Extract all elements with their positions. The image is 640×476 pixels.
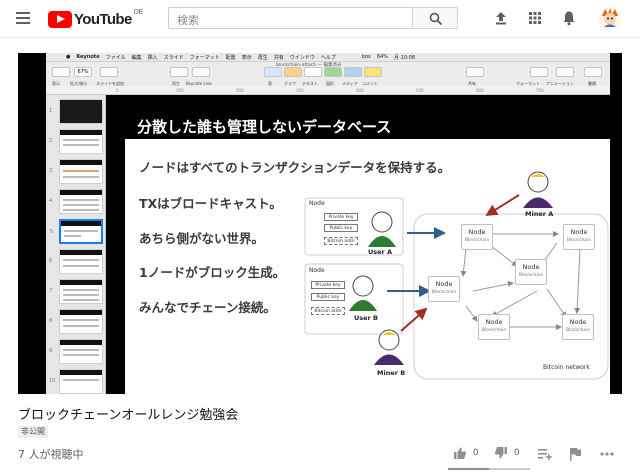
upload-icon[interactable] — [492, 9, 510, 27]
menu-item: フォーマット — [189, 54, 220, 61]
menu-item: ヘルプ — [320, 54, 336, 61]
menu-item: スライド — [163, 54, 184, 61]
video-title: ブロックチェーンオールレンジ勉強会 — [18, 408, 239, 423]
slide-thumbnail[interactable]: 9 — [49, 339, 103, 364]
slide-thumbnail[interactable]: 8 — [49, 309, 103, 334]
search-input[interactable]: 検索 — [168, 7, 413, 29]
menu-item: 編集 — [131, 54, 142, 61]
thumbs-up-icon — [454, 447, 467, 459]
slide-navigator[interactable]: 1 2 3 4 5 6 7 8 9 10 — [46, 95, 106, 394]
like-button[interactable]: 0 — [453, 446, 479, 462]
report-flag-icon[interactable] — [567, 446, 583, 462]
miner-b-label: Miner B — [377, 369, 406, 377]
user-b-public-key: Public key — [311, 293, 345, 301]
search-icon — [429, 12, 443, 26]
user-a-head — [371, 211, 393, 233]
menubar-status-box: box — [361, 54, 371, 60]
like-dislike-ratio-bar — [448, 468, 530, 470]
slide-thumbnail[interactable]: 3 — [49, 159, 103, 184]
user-a-node-label: Node — [309, 200, 325, 207]
menu-item: ファイル — [105, 54, 126, 61]
masthead: YouTube DE 検索 — [0, 0, 640, 38]
user-b-private-key: Private key — [311, 281, 345, 289]
like-count: 0 — [472, 448, 479, 458]
battery-percent: 64% — [376, 54, 388, 60]
thumbs-down-icon — [494, 447, 507, 459]
apps-icon[interactable] — [526, 9, 544, 27]
network-label: Bitcoin network — [543, 364, 590, 371]
ruler: 0 100 200 300 400 500 600 700 — [46, 86, 610, 95]
user-a-bitcoin-addr: Bitcoin addr — [324, 237, 358, 245]
miner-a-arrow — [485, 194, 520, 217]
miner-a-label: Miner A — [525, 210, 554, 218]
logo-text: YouTube — [74, 10, 132, 28]
youtube-logo[interactable]: YouTube DE — [48, 9, 144, 28]
slide-thumbnail[interactable]: 1 — [49, 99, 103, 124]
keynote-menubar: ● Keynote ファイル 編集 挿入 スライド フォーマット 配置 表示 再… — [46, 53, 610, 62]
network-node: Node Blockchain — [428, 276, 460, 302]
region-label: DE — [133, 9, 144, 16]
privacy-badge: 非公開 — [18, 426, 48, 438]
slide-thumbnail-selected[interactable]: 5 — [50, 219, 103, 244]
slide-thumbnail[interactable]: 10 — [49, 369, 103, 394]
menu-item: 表示 — [241, 54, 252, 61]
notifications-bell-icon[interactable] — [560, 9, 578, 27]
network-node: Node Blockchain — [563, 224, 595, 250]
menu-item: ウインドウ — [289, 54, 315, 61]
user-a-public-key: Public key — [324, 224, 358, 232]
youtube-watch-page: { "header": { "logo_text": "YouTube", "r… — [0, 0, 640, 476]
user-a-private-key: Private key — [324, 213, 358, 221]
user-b-bitcoin-addr: Bitcoin addr — [311, 307, 345, 315]
zoom-select: 67% — [74, 67, 92, 77]
network-node: Node Blockchain — [515, 259, 547, 285]
slide-thumbnail[interactable]: 6 — [49, 249, 103, 274]
menu-item: 配置 — [225, 54, 236, 61]
miner-b-body — [374, 354, 404, 365]
user-a-name: User A — [368, 248, 393, 256]
miner-a-body — [523, 197, 553, 208]
viewer-count: 7 人が視聴中 — [18, 448, 84, 461]
network-node: Node Blockchain — [461, 224, 493, 250]
play-logo-icon — [48, 10, 72, 28]
slide-thumbnail[interactable]: 7 — [49, 279, 103, 304]
video-player[interactable]: ● Keynote ファイル 編集 挿入 スライド フォーマット 配置 表示 再… — [18, 53, 622, 394]
add-to-playlist-icon[interactable] — [537, 446, 553, 462]
apple-icon: ● — [66, 54, 71, 60]
dislike-count: 0 — [513, 448, 520, 458]
clock: 月 10:08 — [393, 54, 415, 61]
dislike-button[interactable]: 0 — [494, 446, 520, 462]
slide-thumbnail[interactable]: 4 — [49, 189, 103, 214]
menu-item: 共有 — [273, 54, 284, 61]
user-b-node-label: Node — [309, 267, 325, 274]
user-b-head — [352, 275, 374, 297]
slide-canvas[interactable]: 分散した誰も管理しないデータベース ノードはすべてのトランザクションデータを保持… — [125, 111, 610, 394]
search-button[interactable] — [412, 7, 458, 29]
menu-item: Keynote — [76, 54, 100, 60]
network-node: Node Blockchain — [478, 314, 510, 340]
slide-thumbnail[interactable]: 2 — [49, 129, 103, 154]
like-ratio-fill — [448, 468, 489, 470]
user-b-name: User B — [354, 314, 378, 322]
network-node: Node Blockchain — [562, 314, 594, 340]
menu-item: 再生 — [257, 54, 268, 61]
menu-item: 挿入 — [147, 54, 158, 61]
avatar[interactable] — [598, 6, 622, 30]
more-actions-icon[interactable] — [599, 446, 615, 462]
menu-icon[interactable] — [16, 12, 30, 24]
